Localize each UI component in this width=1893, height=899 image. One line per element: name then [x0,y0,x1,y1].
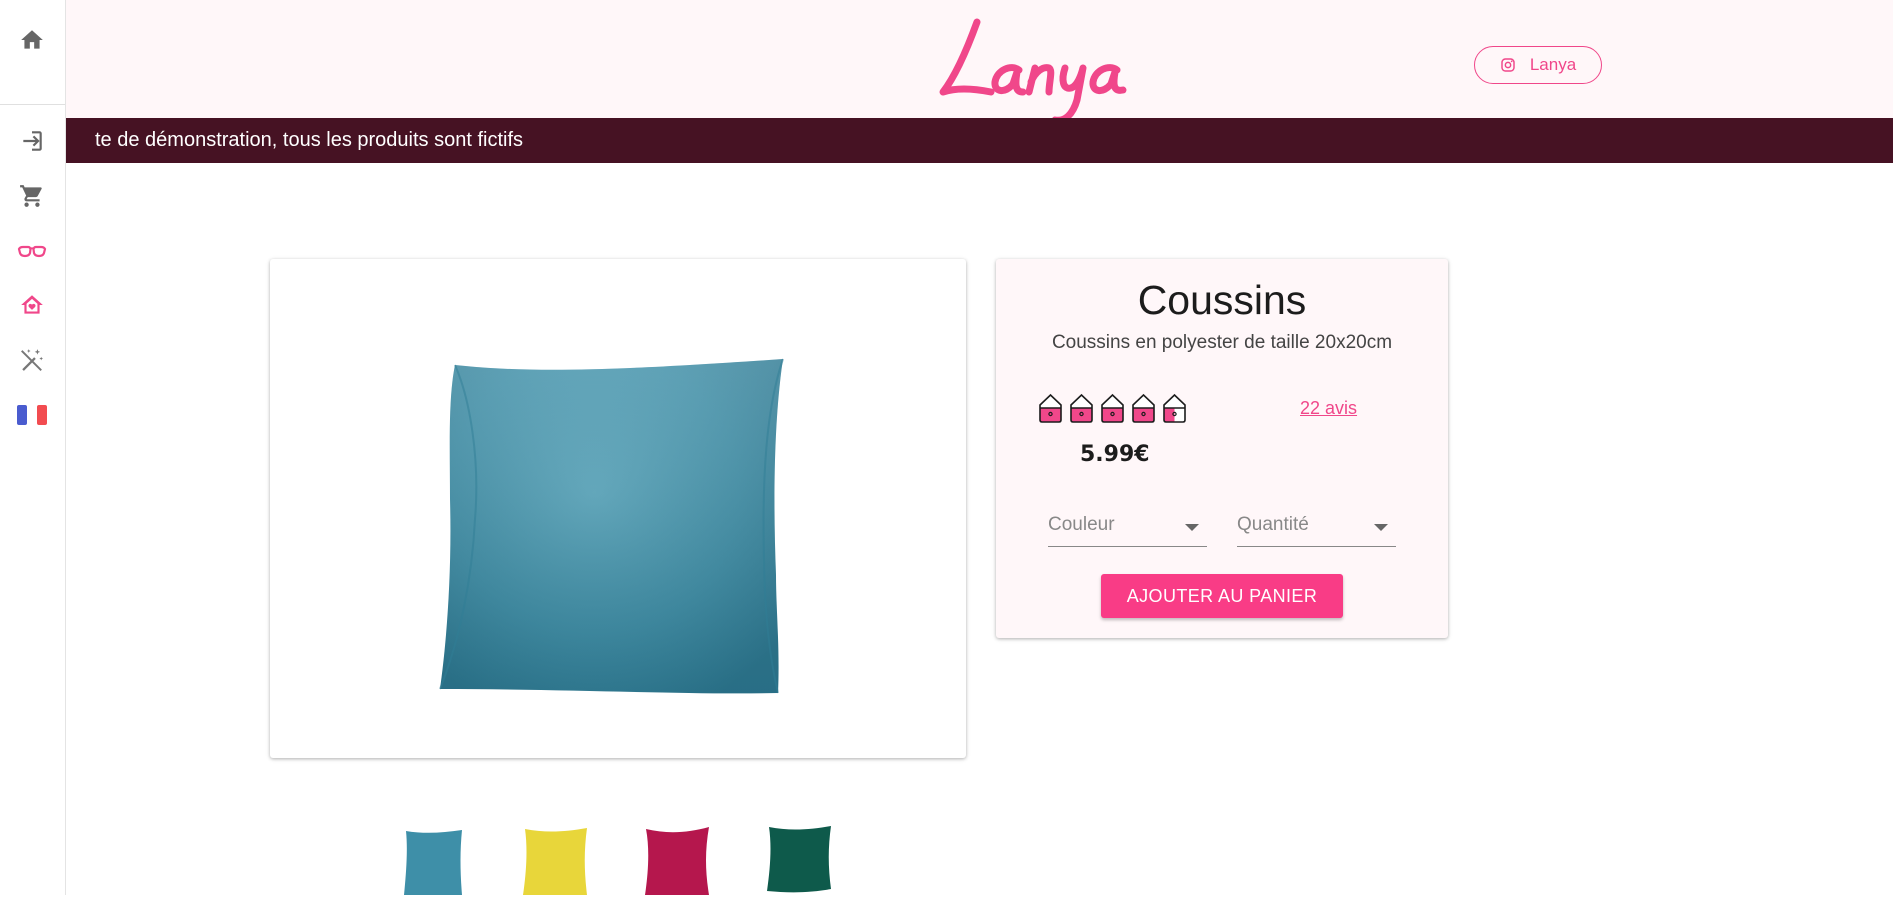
instagram-label: Lanya [1529,55,1577,74]
flag-france-icon[interactable] [12,395,52,435]
thumbnail-yellow[interactable] [519,825,591,895]
house-heart-icon[interactable] [12,285,52,325]
rating-stars [1036,392,1189,424]
color-select[interactable]: Couleur [1048,509,1207,547]
glasses-icon[interactable] [12,231,52,271]
thumbnail-red[interactable] [641,825,713,895]
chevron-down-icon [1374,524,1388,531]
product-description: Coussins en polyester de taille 20x20cm [1051,332,1393,353]
instagram-icon [1501,58,1515,72]
header: Lanya [66,0,1893,124]
product-info-card: Coussins Coussins en polyester de taille… [996,259,1448,638]
product-image-card [270,259,966,758]
cart-icon[interactable] [12,176,52,216]
color-select-placeholder: Couleur [1048,514,1115,535]
sidebar [0,0,66,895]
instagram-button[interactable]: Lanya [1474,46,1602,84]
product-title: Coussins [1137,277,1307,323]
chevron-down-icon [1185,524,1199,531]
home-icon[interactable] [12,20,52,60]
rating-bag-icon [1039,393,1062,423]
sidebar-divider [0,104,65,105]
rating-bag-icon [1101,393,1124,423]
product-image[interactable] [270,259,966,758]
add-to-cart-button[interactable]: AJOUTER AU PANIER [1101,574,1343,618]
demo-banner: te de démonstration, tous les produits s… [66,118,1893,163]
quantity-select[interactable]: Quantité [1237,509,1396,547]
login-icon[interactable] [12,121,52,161]
thumbnail-blue[interactable] [398,825,470,895]
quantity-select-placeholder: Quantité [1237,514,1309,535]
lanya-logo[interactable] [931,4,1161,126]
magic-off-icon[interactable] [12,340,52,380]
reviews-link[interactable]: 22 avis [1300,398,1357,419]
banner-text: te de démonstration, tous les produits s… [95,129,523,151]
rating-bag-icon [1163,393,1186,423]
rating-bag-icon [1070,393,1093,423]
product-price: 5.99€ [1080,442,1150,467]
thumbnail-green[interactable] [763,825,835,895]
rating-bag-icon [1132,393,1155,423]
